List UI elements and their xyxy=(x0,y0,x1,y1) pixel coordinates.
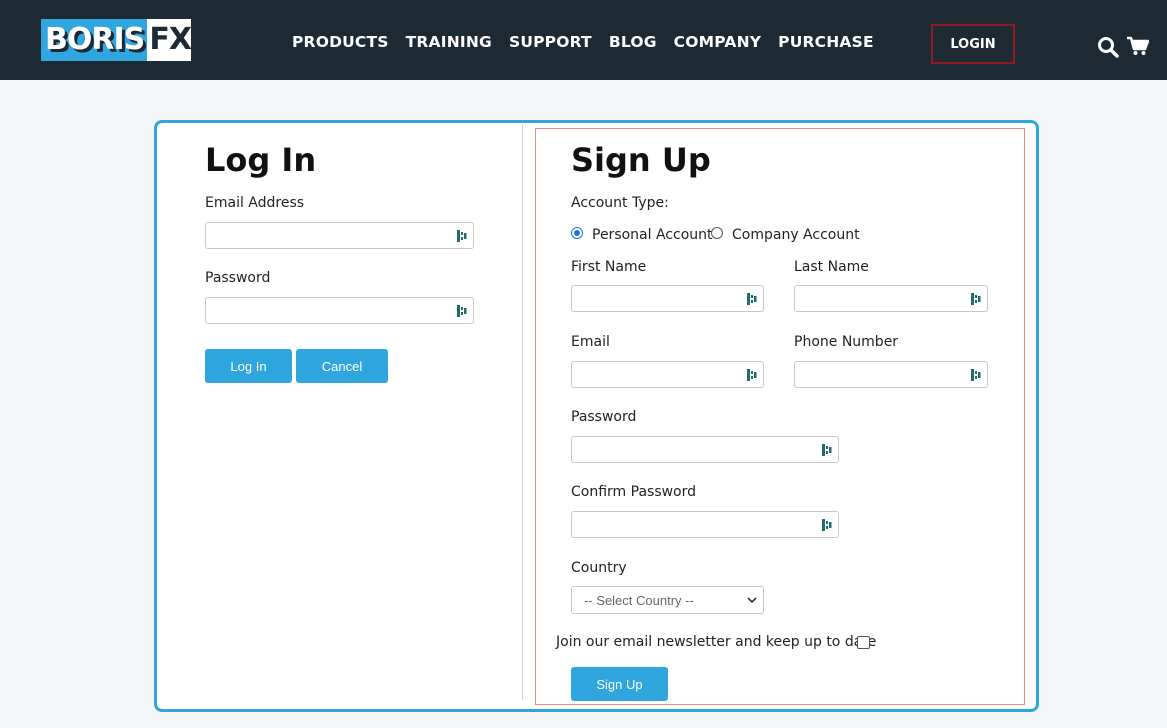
first-name-input[interactable] xyxy=(572,286,737,311)
company-account-label[interactable]: Company Account xyxy=(732,227,860,243)
login-email-field[interactable] xyxy=(205,222,474,249)
newsletter-label: Join our email newsletter and keep up to… xyxy=(556,634,877,650)
password-manager-icon[interactable] xyxy=(456,304,468,318)
login-title: Log In xyxy=(205,141,317,179)
nav-company[interactable]: COMPANY xyxy=(674,33,762,51)
login-password-field[interactable] xyxy=(205,297,474,324)
signup-email-label: Email xyxy=(571,334,610,350)
newsletter-checkbox[interactable] xyxy=(857,636,870,649)
company-account-radio[interactable] xyxy=(711,227,723,239)
account-type-label: Account Type: xyxy=(571,195,669,211)
first-name-label: First Name xyxy=(571,259,647,275)
top-navbar: BORIS FX PRODUCTS TRAINING SUPPORT BLOG … xyxy=(0,0,1167,80)
header-login-button[interactable]: LOGIN xyxy=(931,24,1015,64)
country-select[interactable]: -- Select Country -- xyxy=(571,586,764,614)
confirm-password-input[interactable] xyxy=(572,512,812,537)
main-nav: PRODUCTS TRAINING SUPPORT BLOG COMPANY P… xyxy=(292,33,874,51)
password-manager-icon[interactable] xyxy=(821,518,833,532)
logo-boris-text: BORIS xyxy=(41,19,148,61)
country-select-value: -- Select Country -- xyxy=(584,592,694,608)
password-manager-icon[interactable] xyxy=(821,443,833,457)
password-manager-icon[interactable] xyxy=(970,368,982,382)
last-name-input[interactable] xyxy=(795,286,961,311)
signup-email-field[interactable] xyxy=(571,361,764,388)
signup-email-input[interactable] xyxy=(572,362,737,387)
login-email-input[interactable] xyxy=(206,223,447,248)
signup-password-label: Password xyxy=(571,409,637,425)
signup-title: Sign Up xyxy=(571,141,711,179)
personal-account-label[interactable]: Personal Account xyxy=(592,227,713,243)
password-manager-icon[interactable] xyxy=(746,292,758,306)
phone-input[interactable] xyxy=(795,362,961,387)
login-email-label: Email Address xyxy=(205,195,305,211)
confirm-password-label: Confirm Password xyxy=(571,484,697,500)
country-label: Country xyxy=(571,560,627,576)
chevron-down-icon xyxy=(747,597,757,604)
confirm-password-field[interactable] xyxy=(571,511,839,538)
last-name-label: Last Name xyxy=(794,259,869,275)
signup-submit-button[interactable]: Sign Up xyxy=(571,667,668,701)
login-submit-button[interactable]: Log In xyxy=(205,349,292,383)
column-divider xyxy=(522,124,523,700)
nav-training[interactable]: TRAINING xyxy=(406,33,492,51)
nav-products[interactable]: PRODUCTS xyxy=(292,33,389,51)
login-cancel-button[interactable]: Cancel xyxy=(296,349,388,383)
nav-purchase[interactable]: PURCHASE xyxy=(778,33,874,51)
borisfx-logo[interactable]: BORIS FX xyxy=(41,19,192,61)
password-manager-icon[interactable] xyxy=(746,368,758,382)
signup-password-field[interactable] xyxy=(571,436,839,463)
login-password-input[interactable] xyxy=(206,298,447,323)
phone-field[interactable] xyxy=(794,361,988,388)
phone-label: Phone Number xyxy=(794,334,899,350)
cart-icon[interactable] xyxy=(1127,36,1149,56)
first-name-field[interactable] xyxy=(571,285,764,312)
nav-blog[interactable]: BLOG xyxy=(609,33,657,51)
signup-password-input[interactable] xyxy=(572,437,812,462)
logo-fx-text: FX xyxy=(149,22,192,57)
last-name-field[interactable] xyxy=(794,285,988,312)
personal-account-radio[interactable] xyxy=(571,227,583,239)
search-icon[interactable] xyxy=(1097,36,1119,58)
password-manager-icon[interactable] xyxy=(456,229,468,243)
login-password-label: Password xyxy=(205,270,271,286)
password-manager-icon[interactable] xyxy=(970,292,982,306)
nav-support[interactable]: SUPPORT xyxy=(509,33,592,51)
